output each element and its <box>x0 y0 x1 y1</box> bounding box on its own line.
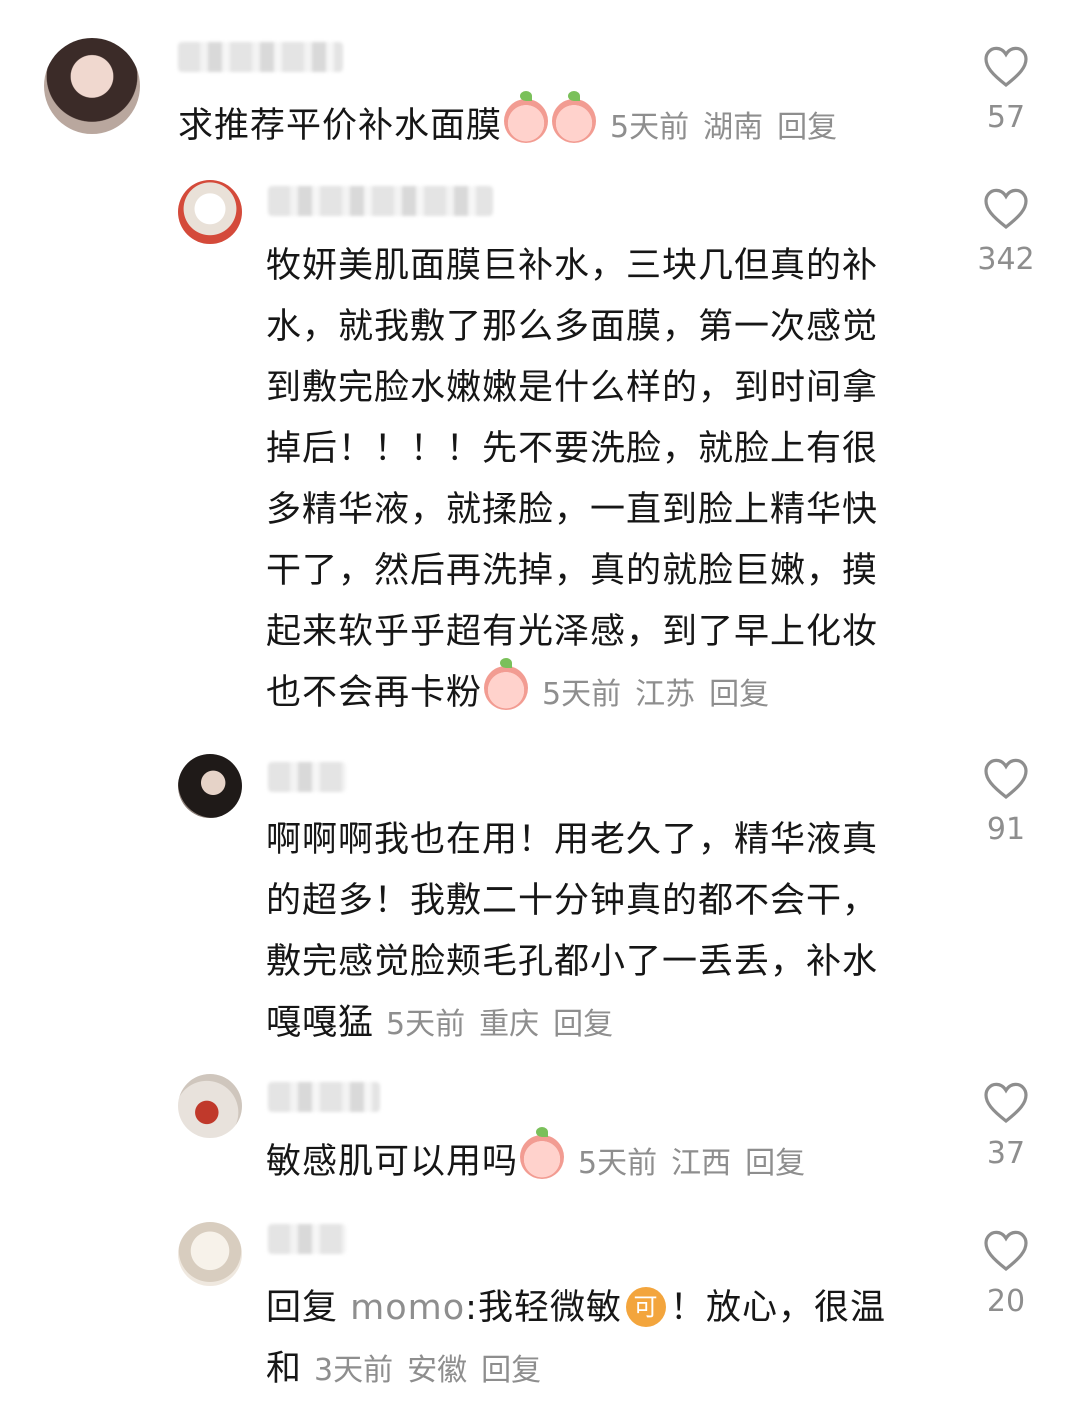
ke-badge-emoji: 可 <box>625 1287 666 1327</box>
avatar[interactable] <box>44 38 140 134</box>
shocked-peach-emoji <box>484 658 529 710</box>
heart-icon[interactable] <box>982 44 1030 88</box>
reply-button[interactable]: 回复 <box>481 1353 541 1388</box>
comment-time: 5天前 <box>542 677 622 712</box>
reply-button[interactable]: 回复 <box>777 110 837 145</box>
comment-text: 回复 momo:我轻微敏可！放心，很温 和 3天前 安徽 回复 <box>266 1287 886 1389</box>
avatar[interactable] <box>178 180 242 244</box>
heart-icon[interactable] <box>982 1080 1030 1124</box>
comment-time: 5天前 <box>578 1146 658 1181</box>
reply-button[interactable]: 回复 <box>553 1007 613 1042</box>
comment-location: 重庆 <box>479 1007 540 1042</box>
like-button[interactable]: 37 <box>966 1080 1046 1171</box>
avatar[interactable] <box>178 1074 242 1138</box>
username-blurred[interactable] <box>268 762 346 792</box>
username-blurred[interactable] <box>268 1082 380 1112</box>
like-count: 91 <box>986 812 1026 847</box>
reply-prefix: 回复 <box>266 1288 339 1328</box>
comment-time: 5天前 <box>386 1007 466 1042</box>
reply-button[interactable]: 回复 <box>709 677 769 712</box>
comment-text: 求推荐平价补水面膜 5天前 湖南 回复 <box>178 91 851 158</box>
comment-time: 3天前 <box>314 1353 394 1388</box>
comment-location: 湖南 <box>703 110 764 145</box>
crying-peach-emoji <box>504 91 549 143</box>
username-blurred[interactable] <box>178 42 343 72</box>
comment-time: 5天前 <box>610 110 690 145</box>
comment-location: 安徽 <box>407 1353 468 1388</box>
comment-1: 求推荐平价补水面膜 5天前 湖南 回复 57 <box>0 0 1078 160</box>
comment-text: 敏感肌可以用吗 5天前 江西 回复 <box>266 1127 819 1194</box>
heart-icon[interactable] <box>982 756 1030 800</box>
comment-5: 回复 momo:我轻微敏可！放心，很温 和 3天前 安徽 回复 20 <box>0 1210 1078 1418</box>
comment-4: 敏感肌可以用吗 5天前 江西 回复 37 <box>0 1060 1078 1210</box>
like-button[interactable]: 20 <box>966 1228 1046 1319</box>
like-button[interactable]: 57 <box>966 44 1046 135</box>
comment-location: 江苏 <box>635 677 696 712</box>
like-count: 37 <box>986 1136 1026 1171</box>
like-button[interactable]: 91 <box>966 756 1046 847</box>
username-blurred[interactable] <box>268 1224 346 1254</box>
reply-button[interactable]: 回复 <box>745 1146 805 1181</box>
comment-location: 江西 <box>671 1146 732 1181</box>
avatar[interactable] <box>178 754 242 818</box>
username-blurred[interactable] <box>268 186 493 216</box>
like-button[interactable]: 342 <box>966 186 1046 277</box>
like-count: 20 <box>986 1284 1026 1319</box>
crying-peach-emoji <box>520 1127 565 1179</box>
like-count: 57 <box>986 100 1026 135</box>
crying-peach-emoji <box>552 91 597 143</box>
reply-to-username[interactable]: momo <box>350 1288 465 1328</box>
comment-2: 牧妍美肌面膜巨补水，三块几但真的补 水，就我敷了那么多面膜，第一次感觉 到敷完脸… <box>0 160 1078 740</box>
comment-text: 牧妍美肌面膜巨补水，三块几但真的补 水，就我敷了那么多面膜，第一次感觉 到敷完脸… <box>266 246 879 713</box>
like-count: 342 <box>977 242 1035 277</box>
heart-icon[interactable] <box>982 186 1030 230</box>
comment-3: 啊啊啊我也在用！用老久了，精华液真 的超多！我敷二十分钟真的都不会干， 敷完感觉… <box>0 740 1078 1060</box>
avatar[interactable] <box>178 1222 242 1286</box>
comment-text: 啊啊啊我也在用！用老久了，精华液真 的超多！我敷二十分钟真的都不会干， 敷完感觉… <box>266 820 879 1043</box>
heart-icon[interactable] <box>982 1228 1030 1272</box>
